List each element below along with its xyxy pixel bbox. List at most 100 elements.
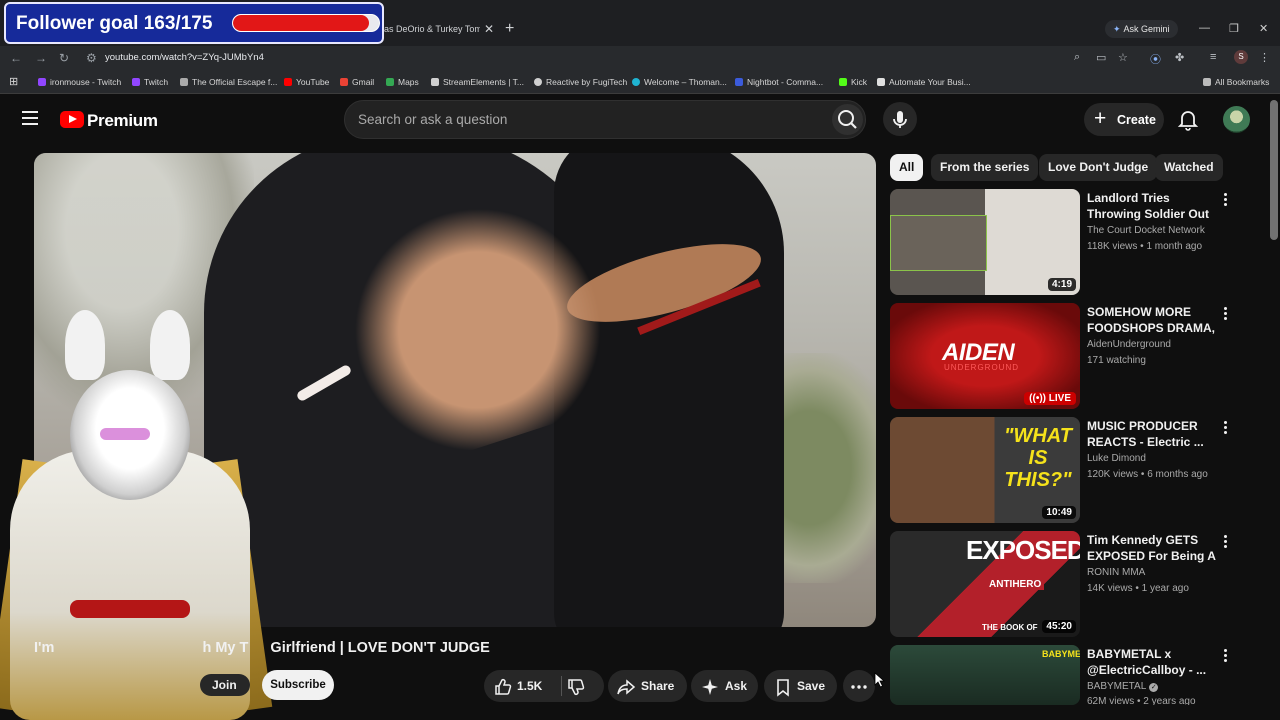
bookmark-item[interactable]: StreamElements | T...	[431, 77, 524, 87]
profile-avatar[interactable]: S	[1234, 50, 1248, 64]
live-broadcast-icon: ((•))	[1029, 393, 1049, 404]
video-thumbnail[interactable]: AIDEN UNDERGROUND ((•)) LIVE	[890, 303, 1080, 409]
bookmark-item[interactable]: Reactive by FugiTech	[534, 77, 627, 87]
media-icon[interactable]: ≡	[1210, 51, 1216, 63]
chip-all[interactable]: All	[890, 154, 924, 181]
bookmark-label: Nightbot - Comma...	[747, 77, 824, 87]
reload-icon[interactable]: ↻	[59, 51, 69, 65]
recommendation-meta: 14K views • 1 year ago	[1087, 583, 1189, 594]
bookmark-item[interactable]: ironmouse - Twitch	[38, 77, 121, 87]
thumbs-down-icon[interactable]	[566, 677, 586, 697]
video-thumbnail[interactable]: BABYMETAL	[890, 645, 1080, 705]
gear-icon	[180, 78, 188, 86]
more-options-icon[interactable]	[1224, 649, 1228, 663]
recommendation-title[interactable]: BABYMETAL x @ElectricCallboy - ...	[1087, 646, 1219, 678]
url-field[interactable]: youtube.com/watch?v=ZYq-JUMbYn4	[105, 52, 264, 63]
recommendation-channel[interactable]: BABYMETAL ✓	[1087, 681, 1159, 692]
chip-watched[interactable]: Watched	[1155, 154, 1223, 181]
page-scrollbar[interactable]	[1270, 100, 1278, 240]
video-title-end: Girlfriend | LOVE DON'T JUDGE	[270, 640, 490, 656]
video-thumbnail[interactable]: "WHAT IS THIS?" 10:49	[890, 417, 1080, 523]
bookmark-label: Maps	[398, 77, 419, 87]
puzzle-icon[interactable]: ✤	[1175, 51, 1184, 64]
video-thumbnail[interactable]: 4:19	[890, 189, 1080, 295]
all-bookmarks-folder[interactable]: All Bookmarks	[1203, 77, 1269, 87]
recommendation-channel[interactable]: Luke Dimond	[1087, 453, 1146, 464]
chip-love-dont-judge[interactable]: Love Don't Judge	[1039, 154, 1158, 181]
more-options-icon[interactable]	[1224, 193, 1228, 207]
bookmark-item[interactable]: Maps	[386, 77, 419, 87]
bookmark-item[interactable]: Nightbot - Comma...	[735, 77, 823, 87]
more-options-icon[interactable]	[1224, 307, 1228, 321]
recommendation-title[interactable]: MUSIC PRODUCER REACTS - Electric ...	[1087, 418, 1219, 450]
bookmark-label: Reactive by FugiTech	[546, 77, 628, 87]
youtube-logo-icon[interactable]	[60, 111, 84, 128]
close-window-icon[interactable]: ✕	[1259, 22, 1268, 35]
thumbs-up-icon[interactable]	[493, 677, 513, 697]
share-arrow-icon	[617, 679, 636, 695]
subscribe-button[interactable]: Subscribe	[262, 670, 334, 700]
cast-icon[interactable]: ▭	[1096, 51, 1106, 64]
bookmark-item[interactable]: Welcome – Thoman...	[632, 77, 727, 87]
back-icon[interactable]: ←	[10, 51, 22, 65]
recommendation-item[interactable]: 4:19 Landlord Tries Throwing Soldier Out…	[890, 189, 1270, 295]
thumbnail-text: EXPOSED!?	[966, 535, 1080, 565]
minimize-icon[interactable]: —	[1199, 22, 1210, 34]
site-info-icon[interactable]: ⚙	[86, 51, 97, 65]
bookmark-item[interactable]: The Official Escape f...	[180, 77, 277, 87]
ask-label: Ask	[725, 679, 748, 693]
address-bar: ← → ↻ ⚙ youtube.com/watch?v=ZYq-JUMbYn4 …	[0, 46, 1280, 70]
recommendation-channel[interactable]: RONIN MMA	[1087, 567, 1145, 578]
recommendation-item[interactable]: "WHAT IS THIS?" 10:49 MUSIC PRODUCER REA…	[890, 417, 1270, 523]
maximize-icon[interactable]: ❐	[1229, 22, 1239, 35]
more-actions-button[interactable]	[843, 670, 875, 702]
recommendation-title[interactable]: Landlord Tries Throwing Soldier Out Whil…	[1087, 190, 1219, 222]
new-tab-icon[interactable]: +	[505, 20, 514, 38]
create-button[interactable]: + Create	[1084, 103, 1164, 136]
share-label: Share	[641, 679, 675, 693]
recommendation-meta: 120K views • 6 months ago	[1087, 469, 1208, 480]
bookmark-item[interactable]: Twitch	[132, 77, 168, 87]
recommendation-item[interactable]: AIDEN UNDERGROUND ((•)) LIVE SOMEHOW MOR…	[890, 303, 1270, 409]
chrome-menu-icon[interactable]: ⋮	[1259, 51, 1270, 64]
zoom-icon[interactable]: ⌕	[1074, 51, 1080, 64]
recommendation-title[interactable]: SOMEHOW MORE FOODSHOPS DRAMA, ...	[1087, 304, 1219, 336]
ask-button[interactable]: Ask	[691, 670, 758, 702]
search-icon	[838, 110, 857, 129]
join-button[interactable]: Join	[200, 674, 250, 696]
search-button[interactable]	[832, 104, 863, 135]
recommendation-channel[interactable]: AidenUnderground	[1087, 339, 1171, 350]
save-button[interactable]: Save	[764, 670, 837, 702]
bookmark-item[interactable]: Kick	[839, 77, 867, 87]
close-icon[interactable]: ✕	[484, 22, 494, 36]
bookmark-star-icon[interactable]: ☆	[1118, 51, 1128, 64]
chip-from-the-series[interactable]: From the series	[931, 154, 1039, 181]
verified-check-icon: ✓	[1149, 683, 1159, 692]
video-thumbnail[interactable]: EXPOSED!? ANTIHERO THE BOOK OF 45:20	[890, 531, 1080, 637]
extension-icon[interactable]: ⦿	[1150, 51, 1161, 67]
youtube-premium-label[interactable]: Premium	[87, 111, 158, 131]
thumbnail-text: BABYMETAL	[1042, 649, 1080, 659]
forward-icon[interactable]: →	[35, 51, 47, 65]
notifications-bell-icon[interactable]	[1176, 107, 1200, 131]
more-options-icon[interactable]	[1224, 535, 1228, 549]
share-button[interactable]: Share	[608, 670, 687, 702]
like-count[interactable]: 1.5K	[517, 679, 542, 693]
account-avatar[interactable]	[1223, 106, 1250, 133]
gemini-sparkle-icon: ✦	[1113, 24, 1121, 34]
more-options-icon[interactable]	[1224, 421, 1228, 435]
search-input[interactable]: Search or ask a question	[344, 100, 866, 139]
recommendation-channel[interactable]: The Court Docket Network	[1087, 225, 1205, 236]
recommendation-title[interactable]: Tim Kennedy GETS EXPOSED For Being A ...	[1087, 532, 1219, 564]
apps-grid-icon[interactable]: ⊞	[9, 75, 18, 88]
hamburger-menu-icon[interactable]	[22, 111, 38, 125]
browser-tab[interactable]: as DeOrio & Turkey Tom ✕	[378, 16, 500, 46]
ask-gemini-button[interactable]: ✦ Ask Gemini	[1105, 20, 1178, 38]
bookmark-item[interactable]: YouTube	[284, 77, 329, 87]
bookmark-item[interactable]: Automate Your Busi...	[877, 77, 971, 87]
voice-search-button[interactable]	[883, 102, 917, 136]
bookmark-item[interactable]: Gmail	[340, 77, 374, 87]
recommendation-item[interactable]: EXPOSED!? ANTIHERO THE BOOK OF 45:20 Tim…	[890, 531, 1270, 637]
like-divider	[561, 676, 562, 696]
recommendation-item[interactable]: BABYMETAL BABYMETAL x @ElectricCallboy -…	[890, 645, 1270, 705]
